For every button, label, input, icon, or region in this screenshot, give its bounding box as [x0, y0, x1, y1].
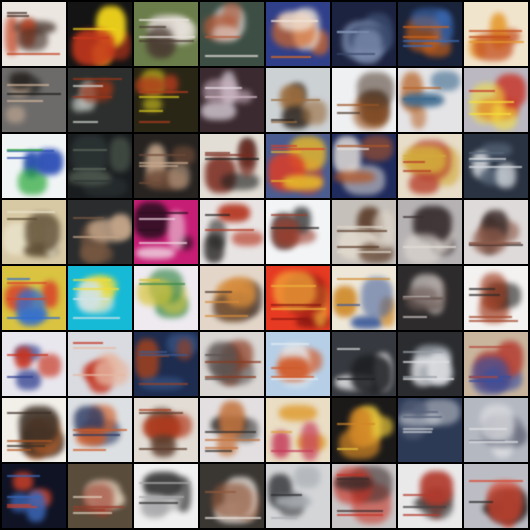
sample-image-r7-c3 — [134, 398, 198, 462]
sample-image-r5-c2 — [68, 266, 132, 330]
sample-image-r8-c5 — [266, 464, 330, 528]
sample-image-r3-c4 — [200, 134, 264, 198]
sample-image-r3-c8 — [464, 134, 528, 198]
sample-image-r8-c2 — [68, 464, 132, 528]
sample-image-r4-c6 — [332, 200, 396, 264]
sample-image-r4-c4 — [200, 200, 264, 264]
sample-image-r7-c2 — [68, 398, 132, 462]
sample-image-r7-c1 — [2, 398, 66, 462]
sample-image-r6-c5 — [266, 332, 330, 396]
sample-image-r1-c1 — [2, 2, 66, 66]
sample-image-r7-c6 — [332, 398, 396, 462]
sample-image-r1-c6 — [332, 2, 396, 66]
sample-image-r7-c7 — [398, 398, 462, 462]
sample-image-r6-c3 — [134, 332, 198, 396]
sample-image-r7-c4 — [200, 398, 264, 462]
sample-image-r4-c2 — [68, 200, 132, 264]
sample-image-r6-c6 — [332, 332, 396, 396]
sample-image-r8-c6 — [332, 464, 396, 528]
sample-image-r1-c4 — [200, 2, 264, 66]
sample-image-r3-c6 — [332, 134, 396, 198]
sample-image-r2-c4 — [200, 68, 264, 132]
sample-image-r2-c1 — [2, 68, 66, 132]
sample-image-r6-c2 — [68, 332, 132, 396]
sample-image-r3-c5 — [266, 134, 330, 198]
sample-image-r1-c3 — [134, 2, 198, 66]
sample-image-r4-c5 — [266, 200, 330, 264]
sample-image-r8-c7 — [398, 464, 462, 528]
sample-image-r8-c4 — [200, 464, 264, 528]
sample-image-r8-c3 — [134, 464, 198, 528]
sample-image-r5-c7 — [398, 266, 462, 330]
sample-image-r6-c4 — [200, 332, 264, 396]
sample-image-r2-c8 — [464, 68, 528, 132]
sample-image-r6-c8 — [464, 332, 528, 396]
sample-image-r3-c3 — [134, 134, 198, 198]
sample-image-r5-c5 — [266, 266, 330, 330]
sample-image-r1-c2 — [68, 2, 132, 66]
sample-image-r7-c8 — [464, 398, 528, 462]
sample-image-r4-c1 — [2, 200, 66, 264]
sample-image-r1-c5 — [266, 2, 330, 66]
sample-image-r5-c6 — [332, 266, 396, 330]
sample-image-r2-c6 — [332, 68, 396, 132]
sample-image-r1-c8 — [464, 2, 528, 66]
sample-image-r4-c3 — [134, 200, 198, 264]
sample-image-r5-c1 — [2, 266, 66, 330]
sample-image-r8-c8 — [464, 464, 528, 528]
sample-image-r2-c5 — [266, 68, 330, 132]
sample-image-r2-c7 — [398, 68, 462, 132]
sample-image-r3-c2 — [68, 134, 132, 198]
sample-image-r5-c4 — [200, 266, 264, 330]
sample-image-r6-c1 — [2, 332, 66, 396]
sample-image-r5-c8 — [464, 266, 528, 330]
sample-image-r6-c7 — [398, 332, 462, 396]
sample-image-r3-c1 — [2, 134, 66, 198]
sample-image-r4-c8 — [464, 200, 528, 264]
sample-image-r7-c5 — [266, 398, 330, 462]
sample-image-r4-c7 — [398, 200, 462, 264]
sample-grid — [0, 0, 530, 530]
sample-image-r2-c2 — [68, 68, 132, 132]
sample-image-r2-c3 — [134, 68, 198, 132]
sample-image-r3-c7 — [398, 134, 462, 198]
sample-image-r1-c7 — [398, 2, 462, 66]
sample-image-r8-c1 — [2, 464, 66, 528]
sample-image-r5-c3 — [134, 266, 198, 330]
